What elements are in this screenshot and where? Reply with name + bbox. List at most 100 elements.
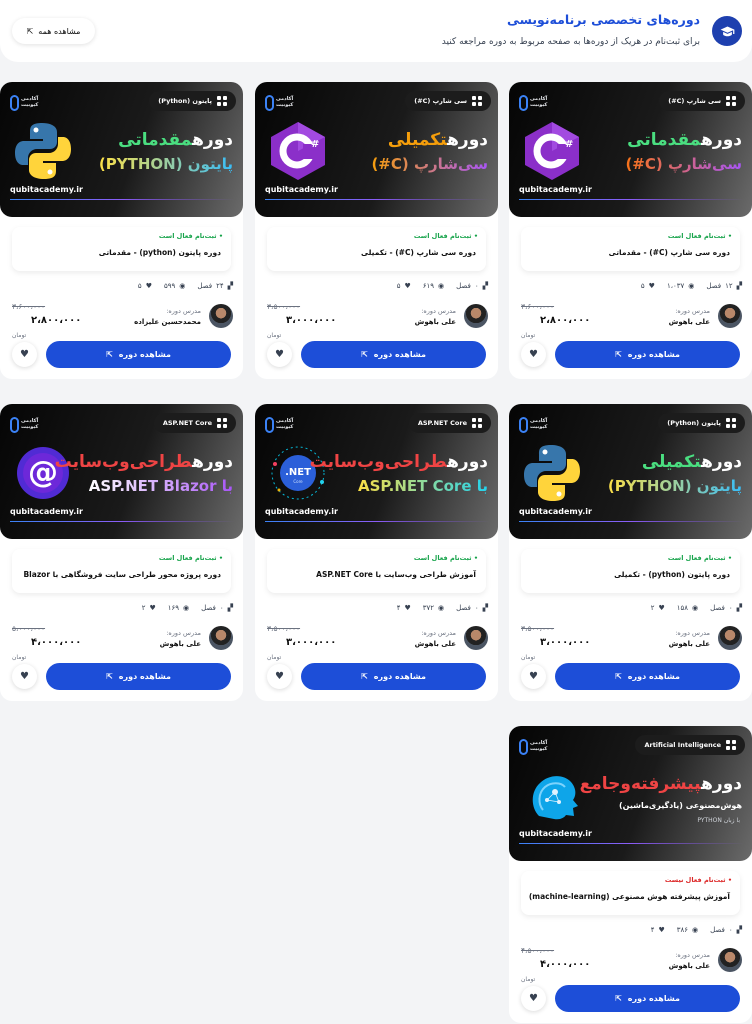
favorite-button[interactable]: ♥ bbox=[12, 664, 37, 689]
course-card[interactable]: آکادمی کیوبیت ASP.NET Core @ دورهطراحی‌وب… bbox=[0, 404, 243, 701]
svg-text:#: # bbox=[311, 139, 319, 150]
banner-accent: مقدماتی bbox=[627, 130, 702, 150]
registration-status: • ثبت‌نام فعال است bbox=[667, 554, 732, 562]
favorite-button[interactable]: ♥ bbox=[521, 342, 546, 367]
course-card[interactable]: آکادمی کیوبیت سی شارپ (C#) # دورهمقدماتی … bbox=[509, 82, 752, 379]
banner-website: qubitacademy.ir bbox=[519, 507, 592, 516]
section-title: دوره‌های تخصصی برنامه‌نویسی bbox=[506, 12, 700, 27]
see-all-label: مشاهده همه bbox=[38, 26, 81, 36]
category-label: سی شارپ (C#) bbox=[668, 97, 721, 105]
currency-label: تومان bbox=[12, 654, 27, 661]
banner-divider bbox=[265, 521, 490, 522]
arrow-up-left-icon: ⇱ bbox=[106, 672, 113, 681]
banner-accent: تکمیلی bbox=[641, 452, 702, 472]
view-course-label: مشاهده دوره bbox=[373, 350, 426, 359]
course-stats: ▞ ۱۲ فصل ◉ ۱،۰۳۷ ♥ ۵ bbox=[519, 280, 742, 292]
course-title[interactable]: دوره پایتون (python) - تکمیلی bbox=[614, 570, 730, 579]
registration-status: • ثبت‌نام فعال است bbox=[158, 232, 223, 240]
heart-icon: ♥ bbox=[658, 926, 665, 934]
course-title[interactable]: دوره سی شارپ (C#) - تکمیلی bbox=[361, 248, 476, 257]
course-card[interactable]: آکادمی کیوبیت Artificial Intelligence دور… bbox=[509, 726, 752, 1023]
favorite-button[interactable]: ♥ bbox=[521, 986, 546, 1011]
course-banner[interactable]: آکادمی کیوبیت پایتون (Python) دورهتکمیلی … bbox=[509, 404, 752, 539]
course-banner[interactable]: آکادمی کیوبیت پایتون (Python) دورهمقدماتی… bbox=[0, 82, 243, 217]
banner-heading: دورهمقدماتی bbox=[627, 130, 742, 150]
course-category-tag: سی شارپ (C#) bbox=[659, 91, 745, 111]
technology-logo bbox=[521, 764, 583, 826]
likes-stat: ♥ ۵ bbox=[396, 282, 411, 290]
course-card[interactable]: آکادمی کیوبیت پایتون (Python) دورهتکمیلی … bbox=[509, 404, 752, 701]
eye-icon: ◉ bbox=[688, 282, 695, 290]
banner-divider bbox=[519, 843, 744, 844]
category-label: سی شارپ (C#) bbox=[414, 97, 467, 105]
course-category-tag: پایتون (Python) bbox=[149, 91, 236, 111]
course-stats: ▞ ۰ فصل ◉ ۱۶۹ ♥ ۲ bbox=[10, 602, 233, 614]
academy-logo: آکادمی کیوبیت bbox=[519, 414, 547, 436]
course-banner[interactable]: آکادمی کیوبیت سی شارپ (C#) # دورهتکمیلی س… bbox=[255, 82, 498, 217]
view-course-button[interactable]: مشاهده دوره ⇱ bbox=[555, 663, 740, 690]
see-all-button[interactable]: مشاهده همه ⇱ bbox=[12, 18, 95, 44]
instructor: مدرس دوره: علی باهوش bbox=[415, 626, 488, 650]
graduation-cap-icon bbox=[712, 16, 742, 46]
course-banner[interactable]: آکادمی کیوبیت سی شارپ (C#) # دورهمقدماتی … bbox=[509, 82, 752, 217]
course-title[interactable]: دوره پایتون (python) - مقدماتی bbox=[99, 248, 221, 257]
instructor: مدرس دوره: علی باهوش bbox=[669, 304, 742, 328]
course-category-tag: سی شارپ (C#) bbox=[405, 91, 491, 111]
price-block: ۴،۵۰۰،۰۰۰ تومان ۴،۰۰۰،۰۰۰ bbox=[521, 946, 601, 983]
favorite-button[interactable]: ♥ bbox=[12, 342, 37, 367]
eye-icon: ◉ bbox=[692, 926, 699, 934]
old-price: ۳،۵۰۰،۰۰۰ bbox=[267, 624, 301, 633]
banner-subheading: هوش‌مصنوعی (یادگیری‌ماشین) bbox=[618, 801, 742, 810]
favorite-button[interactable]: ♥ bbox=[521, 664, 546, 689]
course-category-tag: Artificial Intelligence bbox=[635, 735, 745, 755]
view-course-label: مشاهده دوره bbox=[118, 672, 171, 681]
view-course-button[interactable]: مشاهده دوره ⇱ bbox=[555, 341, 740, 368]
view-course-button[interactable]: مشاهده دوره ⇱ bbox=[555, 985, 740, 1012]
view-course-button[interactable]: مشاهده دوره ⇱ bbox=[301, 341, 486, 368]
banner-subheading: سی‌شارپ (C#) bbox=[371, 155, 488, 173]
banner-divider bbox=[10, 199, 235, 200]
favorite-button[interactable]: ♥ bbox=[267, 342, 292, 367]
old-price: ۳،۵۰۰،۰۰۰ bbox=[267, 302, 301, 311]
course-title[interactable]: دوره سی شارپ (C#) - مقدماتی bbox=[609, 248, 730, 257]
course-stats: ▞ ۲۴ فصل ◉ ۵۹۹ ♥ ۵ bbox=[10, 280, 233, 292]
heart-icon: ♥ bbox=[529, 671, 538, 682]
view-course-label: مشاهده دوره bbox=[118, 350, 171, 359]
book-icon: ▞ bbox=[736, 282, 742, 290]
course-banner[interactable]: آکادمی کیوبیت ASP.NET Core @ دورهطراحی‌وب… bbox=[0, 404, 243, 539]
price-block: ۳،۵۰۰،۰۰۰ تومان ۳،۰۰۰،۰۰۰ bbox=[521, 624, 601, 661]
currency-label: تومان bbox=[521, 332, 536, 339]
academy-logo: آکادمی کیوبیت bbox=[265, 92, 293, 114]
heart-icon: ♥ bbox=[404, 282, 411, 290]
course-title[interactable]: آموزش پیشرفته هوش مصنوعی (machine-learni… bbox=[529, 892, 730, 901]
view-course-button[interactable]: مشاهده دوره ⇱ bbox=[46, 663, 231, 690]
course-card[interactable]: آکادمی کیوبیت ASP.NET Core .NET Core دورهط… bbox=[255, 404, 498, 701]
banner-accent: تکمیلی bbox=[387, 130, 448, 150]
arrow-up-left-icon: ⇱ bbox=[106, 350, 113, 359]
category-label: Artificial Intelligence bbox=[644, 741, 721, 749]
course-info-box: • ثبت‌نام فعال است آموزش طراحی وب‌سایت ب… bbox=[267, 549, 486, 593]
course-banner[interactable]: آکادمی کیوبیت Artificial Intelligence دور… bbox=[509, 726, 752, 861]
course-card[interactable]: آکادمی کیوبیت سی شارپ (C#) # دورهتکمیلی س… bbox=[255, 82, 498, 379]
eye-icon: ◉ bbox=[179, 282, 186, 290]
banner-subheading: سی‌شارپ (C#) bbox=[625, 155, 742, 173]
chapters-stat: ▞ ۰ فصل bbox=[456, 282, 488, 290]
view-course-button[interactable]: مشاهده دوره ⇱ bbox=[46, 341, 231, 368]
price-block: ۵،۰۰۰،۰۰۰ تومان ۴،۰۰۰،۰۰۰ bbox=[12, 624, 92, 661]
course-category-tag: ASP.NET Core bbox=[153, 413, 236, 433]
course-card[interactable]: آکادمی کیوبیت پایتون (Python) دورهمقدماتی… bbox=[0, 82, 243, 379]
category-grid-icon bbox=[472, 96, 482, 106]
heart-icon: ♥ bbox=[648, 282, 655, 290]
course-title[interactable]: دوره پروژه محور طراحی سایت فروشگاهی با B… bbox=[23, 570, 221, 579]
banner-heading: دورهطراحی‌وب‌سایت bbox=[54, 452, 233, 472]
current-price: ۲،۸۰۰،۰۰۰ bbox=[540, 315, 591, 326]
current-price: ۳،۰۰۰،۰۰۰ bbox=[286, 315, 337, 326]
favorite-button[interactable]: ♥ bbox=[267, 664, 292, 689]
course-title[interactable]: آموزش طراحی وب‌سایت با ASP.NET Core bbox=[316, 570, 476, 579]
technology-logo bbox=[521, 442, 583, 504]
likes-stat: ♥ ۵ bbox=[640, 282, 655, 290]
view-course-button[interactable]: مشاهده دوره ⇱ bbox=[301, 663, 486, 690]
course-banner[interactable]: آکادمی کیوبیت ASP.NET Core .NET Core دورهط… bbox=[255, 404, 498, 539]
technology-logo: # bbox=[267, 120, 329, 182]
instructor: مدرس دوره: علی باهوش bbox=[669, 948, 742, 972]
